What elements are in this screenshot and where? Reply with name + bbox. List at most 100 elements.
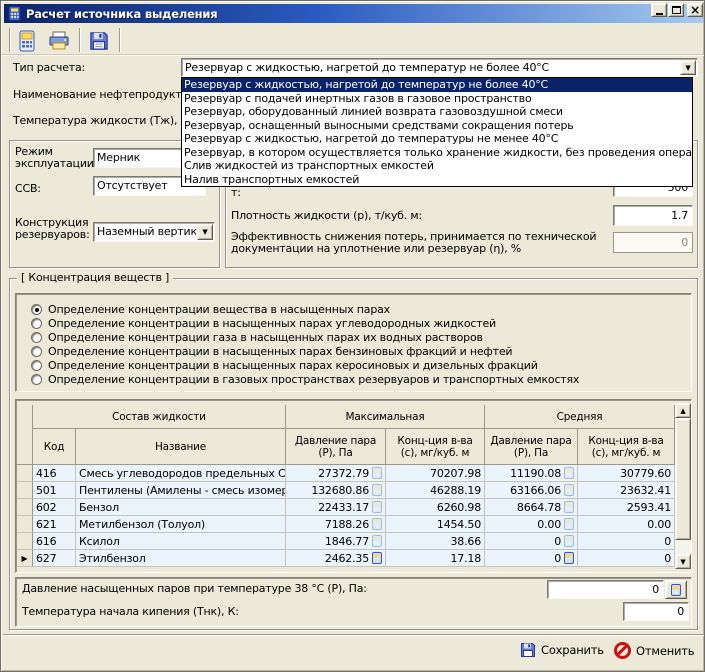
pressure-avg-column-header[interactable]: Давление пара (Р), Па [485, 429, 578, 465]
cell-conc-avg[interactable]: 0 [578, 533, 675, 550]
save-button[interactable]: Сохранить [520, 642, 604, 658]
dropdown-item[interactable]: Резервуар с подачей инертных газов в газ… [182, 92, 692, 106]
construction-label: Конструкция резервуаров: [15, 217, 91, 241]
calc-type-combobox[interactable]: Резервуар с жидкостью, нагретой до темпе… [181, 58, 698, 77]
cell-name[interactable]: Пентилены (Амилены - смесь изомеров [76, 482, 286, 499]
cell-conc-max[interactable]: 6260.98 [386, 499, 485, 516]
cell-pressure-avg[interactable]: 0.00 [485, 516, 578, 533]
dropdown-item[interactable]: Слив жидкостей из транспортных емкостей [182, 159, 692, 173]
cell-pressure-avg[interactable]: 11190.08 [485, 465, 578, 482]
cell-pressure-max[interactable]: 22433.17 [286, 499, 386, 516]
toolbar-separator [9, 28, 11, 52]
cell-conc-max[interactable]: 70207.98 [386, 465, 485, 482]
radio-option-2[interactable]: Определение концентрации в насыщенных па… [31, 316, 496, 330]
name-column-header[interactable]: Название [76, 429, 286, 465]
construction-combobox[interactable]: Наземный вертик. ▼ [93, 222, 215, 242]
calculate-icon [18, 30, 36, 52]
cell-pressure-max[interactable]: 27372.79 [286, 465, 386, 482]
cell-code[interactable]: 627 [33, 550, 76, 567]
cell-name[interactable]: Смесь углеводородов предельных С6-С [76, 465, 286, 482]
cell-code[interactable]: 602 [33, 499, 76, 516]
cell-pressure-avg[interactable]: 63166.06 [485, 482, 578, 499]
cancel-button[interactable]: Отменить [614, 642, 694, 659]
toolbar-save-button[interactable] [87, 29, 111, 53]
dropdown-item[interactable]: Резервуар с жидкостью, нагретой до темпе… [182, 78, 692, 92]
code-column-header[interactable]: Код [33, 429, 76, 465]
chevron-down-icon[interactable]: ▼ [197, 224, 213, 240]
cell-pressure-max[interactable]: 132680.86 [286, 482, 386, 499]
efficiency-input: 0 [613, 232, 693, 253]
cell-pressure-avg[interactable]: 0 [485, 533, 578, 550]
calculate-button[interactable] [15, 29, 39, 53]
save-icon [520, 642, 536, 658]
calculator-icon[interactable] [372, 535, 382, 547]
row-indicator-header [17, 405, 33, 465]
dropdown-item[interactable]: Резервуар, оборудованный линией возврата… [182, 105, 692, 119]
tboil-input[interactable]: 0 [623, 602, 689, 621]
cell-conc-avg[interactable]: 0 [578, 550, 675, 567]
pressure38-input[interactable]: 0 [547, 580, 664, 599]
maximize-button[interactable] [668, 3, 684, 17]
pressure-max-column-header[interactable]: Давление пара (Р), Па [286, 429, 386, 465]
radio-option-3[interactable]: Определение концентрации газа в насыщенн… [31, 330, 483, 344]
radio-option-5[interactable]: Определение концентрации в насыщенных па… [31, 358, 538, 372]
calculator-icon [671, 584, 681, 596]
pressure38-calc-button[interactable] [665, 580, 687, 599]
cell-code[interactable]: 416 [33, 465, 76, 482]
calculator-icon[interactable] [564, 484, 574, 496]
cell-name[interactable]: Ксилол [76, 533, 286, 550]
calculator-icon[interactable] [372, 484, 382, 496]
print-button[interactable] [47, 29, 71, 53]
calculator-icon[interactable] [564, 501, 574, 513]
calculator-icon[interactable] [372, 518, 382, 530]
cell-conc-avg[interactable]: 30779.60 [578, 465, 675, 482]
radio-label: Определение концентрации вещества в насы… [48, 303, 390, 316]
concentration-group-title: [ Концентрация веществ ] [17, 272, 173, 284]
cell-pressure-avg[interactable]: 8664.78 [485, 499, 578, 516]
conc-avg-column-header[interactable]: Конц-ция в-ва (с), мг/куб. м [578, 429, 675, 465]
close-button[interactable]: × [687, 3, 703, 17]
cancel-button-label: Отменить [636, 644, 694, 658]
dropdown-item[interactable]: Резервуар, в котором осуществляется толь… [182, 146, 692, 160]
scrollbar-thumb[interactable] [675, 418, 691, 540]
calc-type-dropdown-list[interactable]: Резервуар с жидкостью, нагретой до темпе… [181, 77, 693, 187]
cell-pressure-max[interactable]: 1846.77 [286, 533, 386, 550]
title-bar[interactable]: Расчет источника выделения [4, 4, 703, 23]
calculator-icon[interactable] [564, 467, 574, 479]
radio-icon [31, 332, 42, 343]
dropdown-item[interactable]: Налив транспортных емкостей [182, 173, 692, 187]
cell-code[interactable]: 621 [33, 516, 76, 533]
cell-conc-max[interactable]: 1454.50 [386, 516, 485, 533]
calculator-icon[interactable] [564, 535, 574, 547]
cell-conc-avg[interactable]: 23632.41 [578, 482, 675, 499]
scroll-down-icon[interactable]: ▼ [675, 554, 691, 569]
radio-option-4[interactable]: Определение концентрации в насыщенных па… [31, 344, 512, 358]
radio-option-1[interactable]: Определение концентрации вещества в насы… [31, 302, 390, 316]
calculator-icon[interactable] [372, 467, 382, 479]
cell-conc-avg[interactable]: 2593.41 [578, 499, 675, 516]
cell-name[interactable]: Этилбензол [76, 550, 286, 567]
cell-code[interactable]: 616 [33, 533, 76, 550]
calculator-icon[interactable] [372, 552, 382, 564]
cell-pressure-max[interactable]: 2462.35 [286, 550, 386, 567]
calculator-icon[interactable] [372, 501, 382, 513]
cell-conc-max[interactable]: 17.18 [386, 550, 485, 567]
cell-name[interactable]: Метилбензол (Толуол) [76, 516, 286, 533]
dropdown-item[interactable]: Резервуар с жидкостью, нагретой до темпе… [182, 132, 692, 146]
cell-conc-max[interactable]: 38.66 [386, 533, 485, 550]
radio-option-6[interactable]: Определение концентрации в газовых прост… [31, 372, 579, 386]
dropdown-item[interactable]: Резервуар, оснащенный выносными средства… [182, 119, 692, 133]
cell-conc-avg[interactable]: 0.00 [578, 516, 675, 533]
calculator-icon[interactable] [564, 518, 574, 530]
cell-name[interactable]: Бензол [76, 499, 286, 516]
minimize-button[interactable] [651, 3, 667, 17]
cell-conc-max[interactable]: 46288.19 [386, 482, 485, 499]
cell-pressure-max[interactable]: 7188.26 [286, 516, 386, 533]
density-input[interactable]: 1.7 [613, 205, 693, 226]
chevron-down-icon[interactable]: ▼ [680, 60, 696, 75]
cell-pressure-avg[interactable]: 0 [485, 550, 578, 567]
scroll-up-icon[interactable]: ▲ [675, 403, 691, 418]
calculator-icon[interactable] [564, 552, 574, 564]
conc-max-column-header[interactable]: Конц-ция в-ва (с), мг/куб. м [386, 429, 485, 465]
cell-code[interactable]: 501 [33, 482, 76, 499]
